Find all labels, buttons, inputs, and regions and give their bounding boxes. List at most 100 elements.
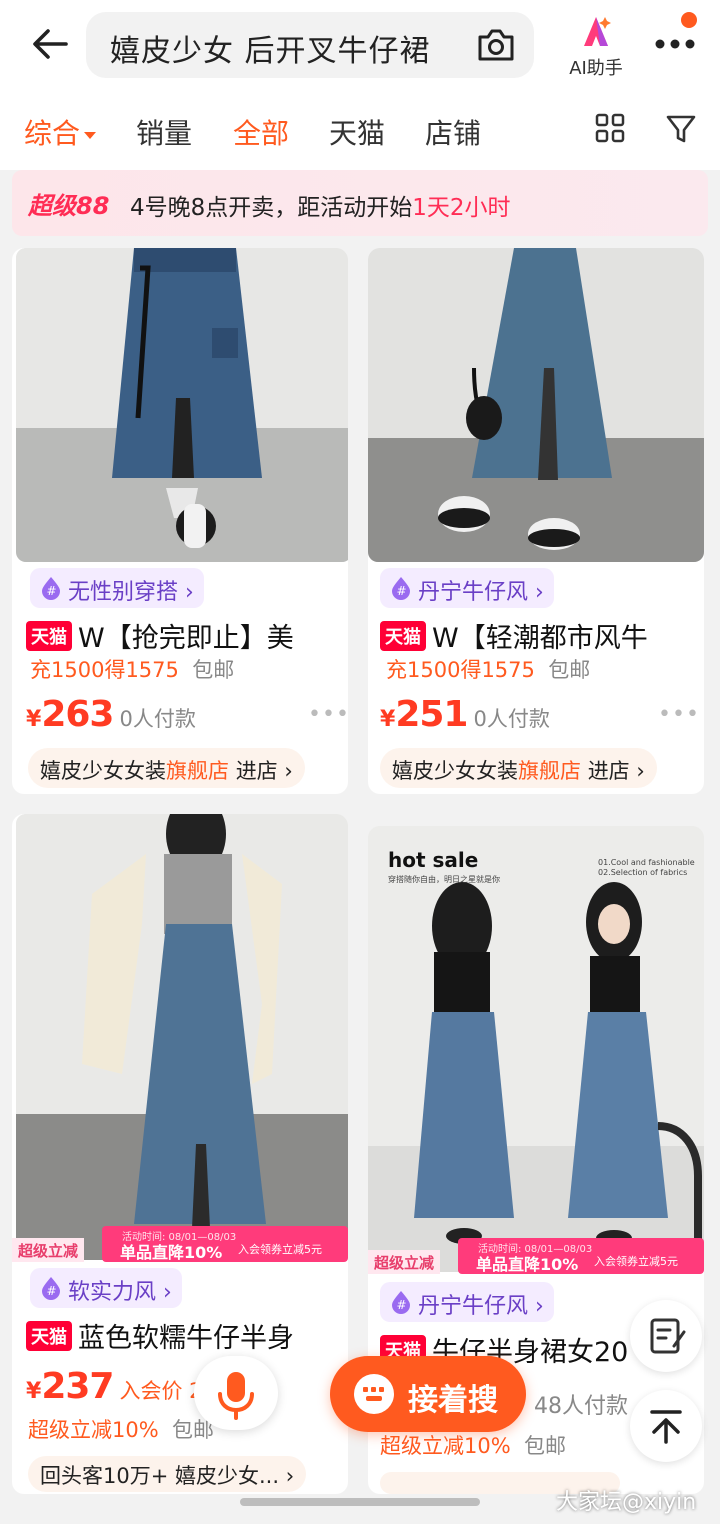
discount-sub: 入会领券立减5元 [594,1255,678,1268]
discount-banner: 超级立减 活动时间: 08/01—08/03 单品直降10% 入会领券立减5元 [368,1238,704,1274]
more-dots-icon[interactable] [650,28,700,58]
tab-all[interactable]: 全部 [233,112,289,152]
hot-sale-subtitle: 穿搭随你自由，明日之星就是你 [388,875,500,884]
shop-link[interactable]: 嬉皮少女女装旗舰店 进店 › [380,748,657,788]
tab-label: 全部 [233,117,290,150]
search-query: 嬉皮少女 后开叉牛仔裙 [110,34,431,69]
style-tag[interactable]: # 丹宁牛仔风 › [380,1282,554,1322]
product-image[interactable] [368,248,704,562]
ai-assistant-label: AI助手 [569,58,623,79]
product-image[interactable] [16,814,348,1260]
product-title-text: W【轻潮都市风牛 [432,623,648,654]
svg-text:#: # [397,584,407,598]
continue-search-button[interactable]: 接着搜 [330,1356,526,1432]
notification-dot [681,12,697,28]
style-tag-label: 无性别穿搭 [68,580,179,605]
more-dots-icon[interactable]: ••• [308,702,348,727]
edit-note-icon [650,1318,686,1354]
tab-sales[interactable]: 销量 [136,112,192,152]
shop-link[interactable]: 嬉皮少女女装旗舰店 进店 › [28,748,305,788]
style-tag-label: 丹宁牛仔风 [418,1294,529,1319]
discount-detail: 活动时间: 08/01—08/03 单品直降10% 入会领券立减5元 [458,1238,704,1274]
promo-line: 超级立减10% 包邮 [380,1434,567,1458]
price: ¥237 入会价 2 [26,1366,203,1407]
product-title[interactable]: 天猫 W【轻潮都市风牛 [380,616,648,655]
top-header: 嬉皮少女 后开叉牛仔裙 AI助手 综合 销量 全部 天猫 店铺 [0,0,720,170]
price: ¥263 0人付款 [26,694,196,735]
feedback-button[interactable] [630,1300,702,1372]
ai-assistant-icon [584,17,611,46]
super88-logo: 超级88 [28,192,110,220]
tab-label: 天猫 [329,117,386,150]
sold-count: 48人付款 [534,1394,628,1419]
tab-comprehensive[interactable]: 综合 [24,112,97,152]
tag-icon: # [392,1291,410,1314]
svg-text:#: # [47,584,57,598]
continue-search-label: 接着搜 [408,1383,498,1418]
product-image[interactable]: hot sale 穿搭随你自由，明日之星就是你 01.Cool and fash… [368,826,704,1272]
discount-banner: 超级立减 活动时间: 08/01—08/03 单品直降10% 入会领券立减5元 [12,1226,348,1262]
filter-icon[interactable] [664,112,698,146]
product-photo-skirt [16,248,348,562]
tab-label: 销量 [136,117,193,150]
discount-tag: 超级立减 [12,1238,85,1262]
discount-tag: 超级立减 [368,1250,441,1274]
arrow-up-icon [650,1410,682,1444]
product-card[interactable]: 超级立减 活动时间: 08/01—08/03 单品直降10% 入会领券立减5元 … [12,814,348,1494]
svg-text:#: # [47,1284,57,1298]
voice-search-button[interactable] [194,1356,278,1430]
discount-sub: 入会领券立减5元 [238,1243,322,1256]
tab-label: 店铺 [425,117,482,150]
chevron-down-icon [84,131,97,139]
product-title[interactable]: 天猫 W【抢完即止】美 [26,616,294,655]
product-photo-skirt [368,826,704,1272]
product-photo-skirt [368,248,704,562]
banner-text: 4号晚8点开卖，距活动开始1天2小时 [130,195,511,221]
promo-banner[interactable]: 超级88 4号晚8点开卖，距活动开始1天2小时 [12,170,708,236]
product-card[interactable]: # 无性别穿搭 › 天猫 W【抢完即止】美 充1500得1575 包邮 ¥263 0… [12,248,348,794]
camera-icon[interactable] [476,26,516,64]
discount-detail: 活动时间: 08/01—08/03 单品直降10% 入会领券立减5元 [102,1226,348,1262]
hot-sale-note-1: 01.Cool and fashionable [598,858,695,867]
style-tag-label: 软实力风 [68,1280,157,1305]
shop-link[interactable]: 回头客10万+ 嬉皮少女... › [28,1456,307,1492]
tmall-badge: 天猫 [26,621,72,651]
hot-sale-note-2: 02.Selection of fabrics [598,868,688,877]
back-to-top-button[interactable] [630,1390,702,1462]
discount-main: 单品直降10% [120,1243,223,1262]
grid-view-icon[interactable] [594,112,626,144]
countdown: 1天2小时 [412,195,511,221]
tab-stores[interactable]: 店铺 [425,112,481,152]
product-image[interactable] [16,248,348,562]
tag-icon: # [42,577,60,600]
style-tag-label: 丹宁牛仔风 [418,580,529,605]
microphone-icon [218,1372,254,1420]
home-indicator [240,1498,480,1506]
product-card[interactable]: # 丹宁牛仔风 › 天猫 W【轻潮都市风牛 充1500得1575 包邮 ¥251 0… [368,248,704,794]
tmall-badge: 天猫 [26,1321,72,1351]
price: ¥251 0人付款 [380,694,550,735]
tag-icon: # [42,1277,60,1300]
tab-tmall[interactable]: 天猫 [329,112,385,152]
ai-assistant-button[interactable]: AI助手 [560,14,632,79]
style-tag[interactable]: # 丹宁牛仔风 › [380,568,554,608]
product-title-text: W【抢完即止】美 [78,623,294,654]
more-dots-icon[interactable]: ••• [658,702,700,727]
search-input[interactable]: 嬉皮少女 后开叉牛仔裙 [86,12,534,78]
discount-main: 单品直降10% [476,1255,579,1274]
arrow-left-icon[interactable] [30,24,70,64]
tmall-badge: 天猫 [380,621,426,651]
style-tag[interactable]: # 软实力风 › [30,1268,182,1308]
product-title-text: 蓝色软糯牛仔半身 [78,1323,294,1354]
tag-icon: # [392,577,410,600]
product-photo-skirt [16,814,348,1260]
watermark: 大家坛@xiyin [556,1490,697,1515]
style-tag[interactable]: # 无性别穿搭 › [30,568,204,608]
tab-label: 综合 [24,117,81,150]
keyboard-icon [354,1374,394,1414]
promo-line: 充1500得1575 包邮 [386,658,591,682]
product-title[interactable]: 天猫 蓝色软糯牛仔半身 [26,1316,294,1355]
promo-line: 充1500得1575 包邮 [30,658,235,682]
promo-line: 超级立减10% 包邮 [28,1418,215,1442]
svg-text:#: # [397,1298,407,1312]
